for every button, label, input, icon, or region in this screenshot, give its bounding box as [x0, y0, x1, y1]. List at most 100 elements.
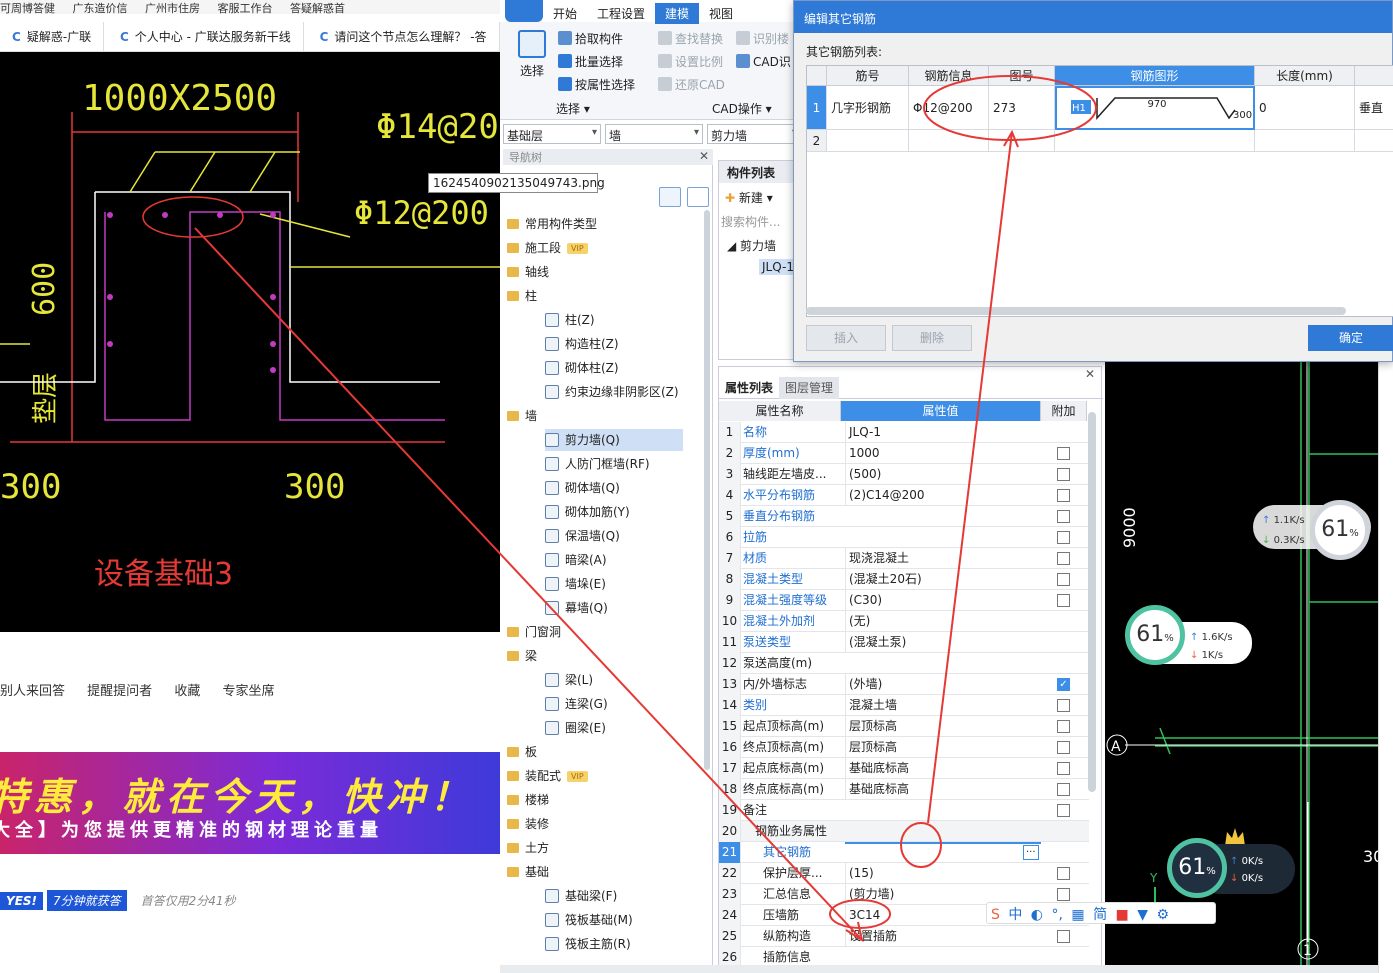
nav-item[interactable]: 砌体加筋(Y)	[545, 501, 683, 523]
cell-empty[interactable]	[1255, 130, 1355, 152]
bookmark-item[interactable]: 广州市住房	[145, 2, 200, 14]
cell-empty[interactable]	[827, 130, 909, 152]
cell-empty[interactable]	[1055, 130, 1255, 152]
property-value[interactable]: 层顶标高	[845, 716, 1041, 737]
nav-item[interactable]: 幕墙(Q)	[545, 597, 683, 619]
attach-checkbox[interactable]	[1057, 762, 1070, 775]
cad-recognize-button[interactable]: CAD识	[736, 53, 791, 70]
nav-item[interactable]: 板	[507, 741, 683, 763]
recognize-floor-button[interactable]: 识别楼	[736, 30, 789, 47]
attach-checkbox[interactable]	[1057, 531, 1070, 544]
property-value[interactable]: 1000	[845, 443, 1041, 464]
property-value[interactable]: (无)	[845, 611, 1041, 632]
attach-checkbox[interactable]	[1057, 741, 1070, 754]
property-row[interactable]: 20 钢筋业务属性	[719, 821, 1089, 842]
component-search-input[interactable]: 搜索构件...	[721, 213, 780, 230]
ime-keyboard-icon[interactable]: ▦	[1071, 907, 1084, 923]
property-row[interactable]: 13 内/外墙标志 (外墙) ✓	[719, 674, 1089, 695]
nav-item[interactable]: 圈梁(E)	[545, 717, 683, 739]
cell-empty[interactable]	[909, 130, 989, 152]
bookmark-item[interactable]: 答疑解惑首	[290, 2, 345, 14]
cell-rebar-info[interactable]: Φ12@200	[909, 86, 989, 130]
browser-tab[interactable]: C 请问这个节点怎么理解？ -答	[308, 22, 500, 51]
tab-start[interactable]: 开始	[543, 3, 587, 24]
ime-record-icon[interactable]: ■	[1116, 907, 1129, 923]
property-value[interactable]: 现浇混凝土	[845, 548, 1041, 569]
nav-item[interactable]: 墙垛(E)	[545, 573, 683, 595]
restore-cad-button[interactable]: 还原CAD	[658, 76, 725, 93]
nav-item[interactable]: 基础	[507, 861, 683, 883]
attach-checkbox[interactable]	[1057, 783, 1070, 796]
memory-gauge[interactable]: 61%	[1167, 838, 1227, 898]
property-value[interactable]: (500)	[845, 464, 1041, 485]
nav-scrollbar[interactable]	[704, 210, 710, 770]
property-row[interactable]: 1 名称 JLQ-1	[719, 422, 1089, 443]
property-row[interactable]: 2 厚度(mm) 1000	[719, 443, 1089, 464]
tree-group-shear-wall[interactable]: ◢ 剪力墙	[727, 237, 776, 254]
attach-checkbox[interactable]	[1057, 447, 1070, 460]
ime-moon-icon[interactable]: ◐	[1031, 907, 1043, 923]
list-view-icon[interactable]	[659, 187, 681, 207]
nav-item[interactable]: 连梁(G)	[545, 693, 683, 715]
ime-skin-icon[interactable]: ▼	[1137, 907, 1148, 923]
property-row[interactable]: 21 其它钢筋 ···	[719, 842, 1089, 863]
property-row[interactable]: 16 终点顶标高(m) 层顶标高	[719, 737, 1089, 758]
nav-item[interactable]: 梁(L)	[545, 669, 683, 691]
grid-view-icon[interactable]	[687, 187, 709, 207]
nav-item[interactable]: 砌体柱(Z)	[545, 357, 683, 379]
property-value[interactable]: 基础底标高	[845, 758, 1041, 779]
attach-checkbox[interactable]: ✓	[1057, 678, 1070, 691]
attach-checkbox[interactable]	[1057, 867, 1070, 880]
nav-item[interactable]: 装修	[507, 813, 683, 835]
nav-item[interactable]: 暗梁(A)	[545, 549, 683, 571]
property-value[interactable]: (混凝土泵)	[845, 632, 1041, 653]
nav-item[interactable]: 筏板主筋(R)	[545, 933, 683, 955]
nav-item[interactable]: 构造柱(Z)	[545, 333, 683, 355]
memory-gauge[interactable]: 61%	[1125, 605, 1185, 665]
tab-project-settings[interactable]: 工程设置	[587, 3, 655, 24]
nav-item[interactable]: 门窗洞	[507, 621, 683, 643]
ime-mode-chinese[interactable]: 中	[1008, 907, 1022, 923]
property-value[interactable]: (C30)	[845, 590, 1041, 611]
set-scale-button[interactable]: 设置比例	[658, 53, 723, 70]
favorite-link[interactable]: 收藏	[174, 684, 200, 699]
property-value[interactable]: 基础底标高	[845, 779, 1041, 800]
nav-item[interactable]: 轴线	[507, 261, 683, 283]
property-row[interactable]: 8 混凝土类型 (混凝土20石)	[719, 569, 1089, 590]
property-value[interactable]: (外墙)	[845, 674, 1041, 695]
attach-checkbox[interactable]	[1057, 804, 1070, 817]
property-row[interactable]: 22 保护层厚... (15)	[719, 863, 1089, 884]
property-row[interactable]: 3 轴线距左墙皮... (500)	[719, 464, 1089, 485]
ime-punct-icon[interactable]: °,	[1051, 907, 1062, 923]
nav-item[interactable]: 筏板基础(M)	[545, 909, 683, 931]
property-row[interactable]: 6 拉筋	[719, 527, 1089, 548]
nav-item[interactable]: 剪力墙(Q)	[545, 429, 683, 451]
browser-tab[interactable]: C 个人中心 - 广联达服务新干线	[108, 22, 304, 51]
ime-logo-icon[interactable]: S	[991, 907, 1000, 923]
tab-property-list[interactable]: 属性列表	[719, 377, 779, 399]
bookmark-item[interactable]: 可周博答健	[0, 2, 55, 14]
property-value[interactable]: 混凝土墙	[845, 695, 1041, 716]
cell-extra[interactable]: 垂直	[1355, 86, 1393, 130]
cell-figure-number[interactable]: 273	[989, 86, 1055, 130]
subtype-dropdown[interactable]: 剪力墙	[707, 124, 801, 144]
nav-item[interactable]: 柱	[507, 285, 683, 307]
attach-checkbox[interactable]	[1057, 468, 1070, 481]
tab-modeling[interactable]: 建模	[655, 3, 700, 24]
attach-checkbox[interactable]	[1057, 573, 1070, 586]
property-row[interactable]: 4 水平分布钢筋 (2)C14@200	[719, 485, 1089, 506]
attach-checkbox[interactable]	[1057, 888, 1070, 901]
attach-checkbox[interactable]	[1057, 720, 1070, 733]
attach-checkbox[interactable]	[1057, 552, 1070, 565]
component-list-tab[interactable]: 构件列表	[719, 161, 799, 183]
select-button[interactable]: 选择	[512, 30, 552, 96]
delete-button[interactable]: 删除	[892, 325, 972, 351]
group-cad-label[interactable]: CAD操作 ▾	[712, 100, 772, 117]
cell-rebar-shape[interactable]: H1 970 300	[1055, 86, 1255, 130]
property-value[interactable]: JLQ-1	[845, 422, 1041, 443]
property-row[interactable]: 11 泵送类型 (混凝土泵)	[719, 632, 1089, 653]
nav-item[interactable]: 约束边缘非阴影区(Z)	[545, 381, 683, 403]
tab-view[interactable]: 视图	[699, 3, 743, 24]
new-component-button[interactable]: ✚ 新建 ▾	[725, 189, 773, 206]
cell-empty[interactable]	[1355, 130, 1393, 152]
